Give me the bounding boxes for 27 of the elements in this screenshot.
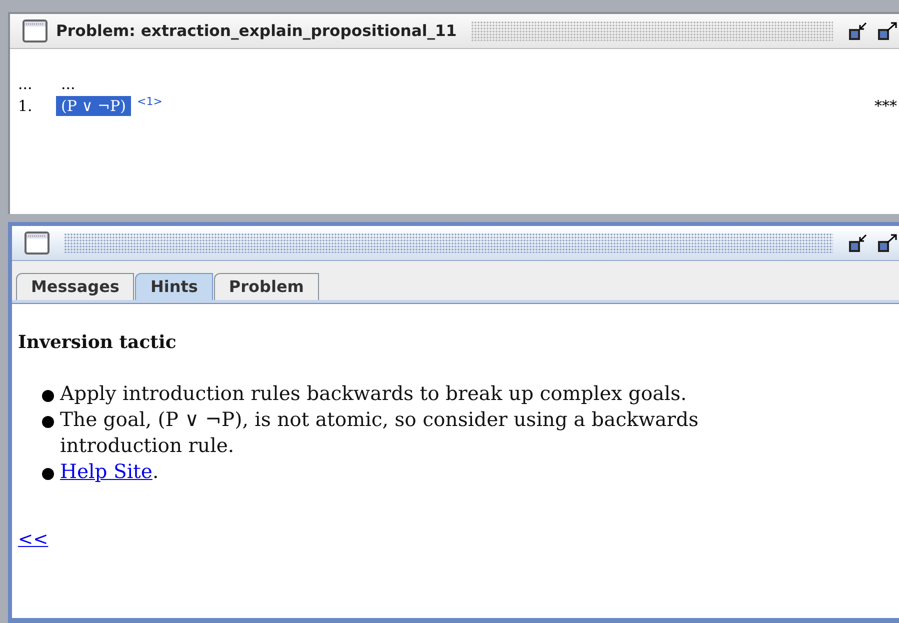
back-link[interactable]: << bbox=[18, 529, 48, 550]
maximize-icon[interactable] bbox=[877, 20, 899, 42]
tab[interactable]: Hints bbox=[135, 273, 213, 300]
rule-reference: <1> bbox=[136, 95, 162, 108]
formula[interactable]: (P ∨ ¬P) bbox=[56, 96, 131, 116]
hint-heading: Inversion tactic bbox=[18, 332, 178, 353]
tab[interactable]: Problem bbox=[214, 273, 319, 300]
window-icon bbox=[22, 19, 48, 43]
hint-text: The goal, (P ∨ ¬P), is not atomic, so consider using a backwards introduction rule. bbox=[60, 407, 700, 459]
status-mark: *** bbox=[874, 97, 897, 115]
maximize-icon[interactable] bbox=[877, 232, 899, 254]
line-number: 1. bbox=[18, 97, 34, 115]
minimize-icon[interactable] bbox=[847, 20, 869, 42]
help-link[interactable]: Help Site bbox=[60, 460, 152, 483]
hint-text: Apply introduction rules backwards to break up complex goals. bbox=[60, 381, 687, 407]
window-icon bbox=[24, 231, 50, 255]
title-bar-grip[interactable] bbox=[64, 233, 833, 253]
line-number: ... bbox=[18, 75, 34, 93]
bullet-icon bbox=[42, 390, 54, 402]
window-title: Problem: extraction_explain_propositional_11 bbox=[56, 22, 457, 40]
minimize-icon[interactable] bbox=[847, 232, 869, 254]
title-bar-grip[interactable] bbox=[470, 21, 833, 41]
bullet-icon bbox=[42, 416, 54, 428]
bullet-icon bbox=[42, 468, 54, 480]
hint-text: Help Site. bbox=[60, 459, 159, 485]
formula[interactable]: ... bbox=[56, 74, 80, 94]
tab[interactable]: Messages bbox=[16, 273, 134, 300]
